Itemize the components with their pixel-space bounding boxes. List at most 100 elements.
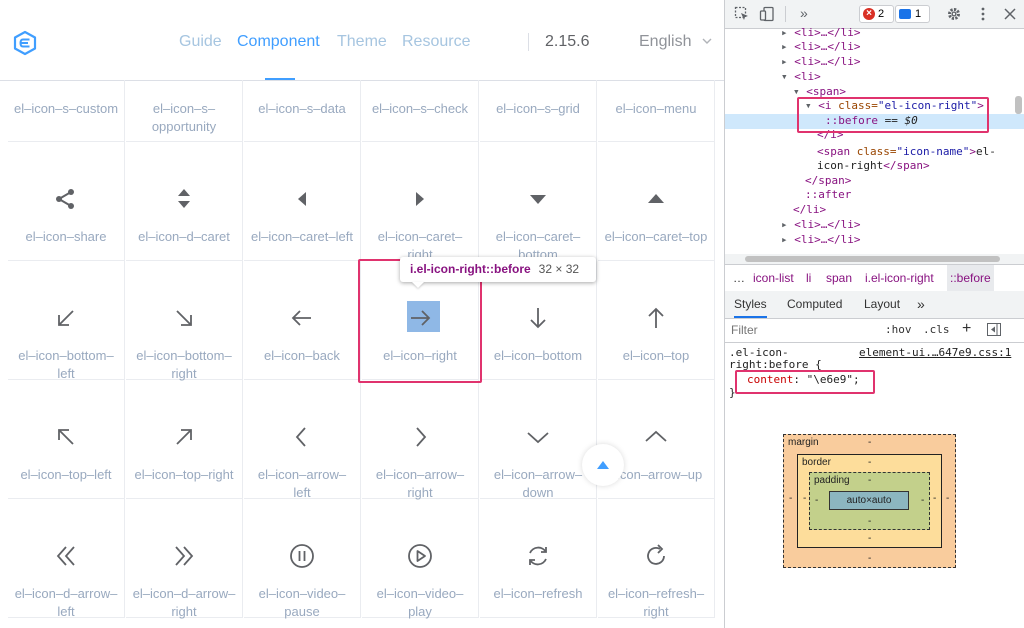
breadcrumb-item[interactable]: i.el-icon-right xyxy=(865,265,934,292)
breadcrumb-item[interactable]: li xyxy=(806,265,811,292)
settings-gear-icon[interactable] xyxy=(946,6,962,22)
hov-toggle[interactable]: :hov xyxy=(885,318,912,342)
icon-cell-el-icon-d-arrow-right[interactable]: el–icon–d–arrow– right xyxy=(126,499,243,619)
video-play-icon xyxy=(408,544,432,568)
tree-row[interactable]: ▸ <li>…</li> xyxy=(781,40,860,54)
back-icon xyxy=(291,310,311,326)
nav-resource[interactable]: Resource xyxy=(402,33,470,51)
icon-cell-el-icon-share[interactable]: el–icon–share xyxy=(8,142,125,261)
nav-guide[interactable]: Guide xyxy=(179,33,222,51)
icon-cell-el-icon-s-check[interactable]: el–icon–s–check xyxy=(362,80,479,142)
icon-cell-el-icon-menu[interactable]: el–icon–menu xyxy=(598,80,715,142)
icon-cell-el-icon-video-pause[interactable]: el–icon–video– pause xyxy=(244,499,361,619)
bottom-icon xyxy=(530,308,546,329)
breadcrumb-item-active[interactable]: ::before xyxy=(947,265,994,292)
icon-cell-el-icon-s-grid[interactable]: el–icon–s–grid xyxy=(480,80,597,142)
icon-cell-el-icon-arrow-down[interactable]: el–icon–arrow– down xyxy=(480,380,597,500)
close-icon[interactable] xyxy=(1002,6,1018,22)
border-left: - xyxy=(803,493,807,504)
icon-cell-el-icon-bottom-right[interactable]: el–icon–bottom– right xyxy=(126,261,243,381)
styles-filter-bar: :hov .cls + xyxy=(725,318,1024,343)
margin-left: - xyxy=(789,493,793,504)
kebab-menu-icon[interactable] xyxy=(975,6,991,22)
back-to-top-button[interactable] xyxy=(582,444,624,486)
icon-name-label: el–icon–caret–left xyxy=(251,229,353,244)
vertical-scrollbar[interactable] xyxy=(1015,96,1022,114)
icon-name-label: el–icon–s– opportunity xyxy=(151,101,217,134)
icon-name-label: el–icon–s–data xyxy=(258,101,346,116)
styles-filter-input[interactable] xyxy=(729,321,873,339)
toolbar-divider xyxy=(785,6,786,22)
icon-cell-el-icon-caret-top[interactable]: el–icon–caret–top xyxy=(598,142,715,261)
tree-row[interactable]: ▸ <li>…</li> xyxy=(781,28,860,40)
tooltip-size: 32 × 32 xyxy=(538,262,580,276)
margin-right: - xyxy=(946,493,950,504)
icon-cell-el-icon-top-left[interactable]: el–icon–top–left xyxy=(8,380,125,499)
icon-cell-el-icon-arrow-left[interactable]: el–icon–arrow– left xyxy=(244,380,361,500)
breadcrumb-item[interactable]: … xyxy=(733,265,745,292)
top-icon xyxy=(648,307,664,328)
horizontal-scrollbar[interactable] xyxy=(745,256,1000,262)
rule-source-link[interactable]: element-ui.…647e9.css:1 xyxy=(859,346,1011,360)
icon-cell-el-icon-d-caret[interactable]: el–icon–d–caret xyxy=(126,142,243,261)
errors-badge[interactable]: × 2 xyxy=(859,5,894,23)
icon-cell-el-icon-s-data[interactable]: el–icon–s–data xyxy=(244,80,361,142)
icon-cell-el-icon-caret-left[interactable]: el–icon–caret–left xyxy=(244,142,361,261)
icon-cell-el-icon-refresh-right[interactable]: el–icon–refresh– right xyxy=(598,499,715,619)
tree-row[interactable]: ▸ <li>…</li> xyxy=(781,55,860,69)
icon-name-label: el–icon–video– play xyxy=(376,586,464,619)
tab-computed[interactable]: Computed xyxy=(787,291,842,318)
icon-cell-el-icon-d-arrow-left[interactable]: el–icon–d–arrow– left xyxy=(8,499,125,619)
arrow-down-icon xyxy=(527,432,549,444)
elements-tree: ▸ <li>…</li> ▸ <li>…</li> ▸ <li>…</li> ▾… xyxy=(725,28,1024,254)
icon-cell-el-icon-caret-right[interactable]: el–icon–caret– right xyxy=(362,142,479,262)
icon-cell-el-icon-s-opportunity[interactable]: el–icon–s– opportunity xyxy=(126,80,243,142)
icon-name-label: el–icon–arrow– right xyxy=(375,467,465,500)
icon-name-label: el–icon–top–right xyxy=(134,467,234,482)
tab-more[interactable]: » xyxy=(917,291,925,318)
icon-name-label: el–icon–video– pause xyxy=(258,586,346,619)
nav-component[interactable]: Component xyxy=(237,33,320,51)
icon-cell-el-icon-s-custom[interactable]: el–icon–s–custom xyxy=(8,80,125,142)
d-caret-icon xyxy=(178,189,190,208)
arrow-up-icon xyxy=(645,430,667,442)
new-rule-button[interactable]: + xyxy=(962,317,971,341)
messages-badge[interactable]: 1 xyxy=(895,5,930,23)
cls-toggle[interactable]: .cls xyxy=(923,318,950,342)
version-select[interactable]: 2.15.6 xyxy=(545,33,589,51)
icon-cell-el-icon-arrow-right[interactable]: el–icon–arrow– right xyxy=(362,380,479,500)
margin-bottom: - xyxy=(868,553,872,564)
margin-top: - xyxy=(868,437,872,448)
icon-cell-el-icon-top-right[interactable]: el–icon–top–right xyxy=(126,380,243,499)
icon-name-label: el–icon–bottom xyxy=(493,348,583,363)
tab-layout[interactable]: Layout xyxy=(864,291,900,318)
header-divider xyxy=(528,33,529,51)
nav-theme[interactable]: Theme xyxy=(337,33,387,51)
toggle-sidebar-icon[interactable] xyxy=(987,323,1001,336)
box-model-content[interactable]: auto×auto xyxy=(829,491,909,510)
breadcrumb-item[interactable]: icon-list xyxy=(753,265,794,292)
more-panels-button[interactable]: » xyxy=(800,5,808,21)
icon-cell-el-icon-back[interactable]: el–icon–back xyxy=(244,261,361,380)
box-model-diagram: margin - - - - border - - - - padding - … xyxy=(725,404,1024,628)
icon-cell-el-icon-video-play[interactable]: el–icon–video– play xyxy=(362,499,479,619)
icon-name-label: el–icon–d–caret xyxy=(138,229,230,244)
icon-cell-el-icon-bottom-left[interactable]: el–icon–bottom– left xyxy=(8,261,125,381)
devtools-toolbar: » × 2 1 xyxy=(725,0,1024,29)
caret-right-icon xyxy=(416,192,424,206)
icon-cell-el-icon-refresh[interactable]: el–icon–refresh xyxy=(480,499,597,618)
language-select[interactable]: English xyxy=(639,33,691,51)
breadcrumb-item[interactable]: span xyxy=(826,265,852,292)
tree-li-open: <li> xyxy=(794,70,821,83)
error-icon: × xyxy=(863,8,875,20)
inspect-element-icon[interactable] xyxy=(734,6,750,22)
refresh-icon xyxy=(529,546,547,566)
chevron-down-icon[interactable] xyxy=(702,37,712,45)
element-logo-icon[interactable] xyxy=(12,30,38,56)
icon-cell-el-icon-caret-bottom[interactable]: el–icon–caret– bottom xyxy=(480,142,597,262)
tree-row[interactable]: ▾ <li> xyxy=(781,70,821,84)
tab-styles[interactable]: Styles xyxy=(734,291,767,318)
icon-name-label: el–icon–arrow– left xyxy=(257,467,347,500)
icon-cell-el-icon-top[interactable]: el–icon–top xyxy=(598,261,715,380)
device-toolbar-icon[interactable] xyxy=(759,6,775,22)
